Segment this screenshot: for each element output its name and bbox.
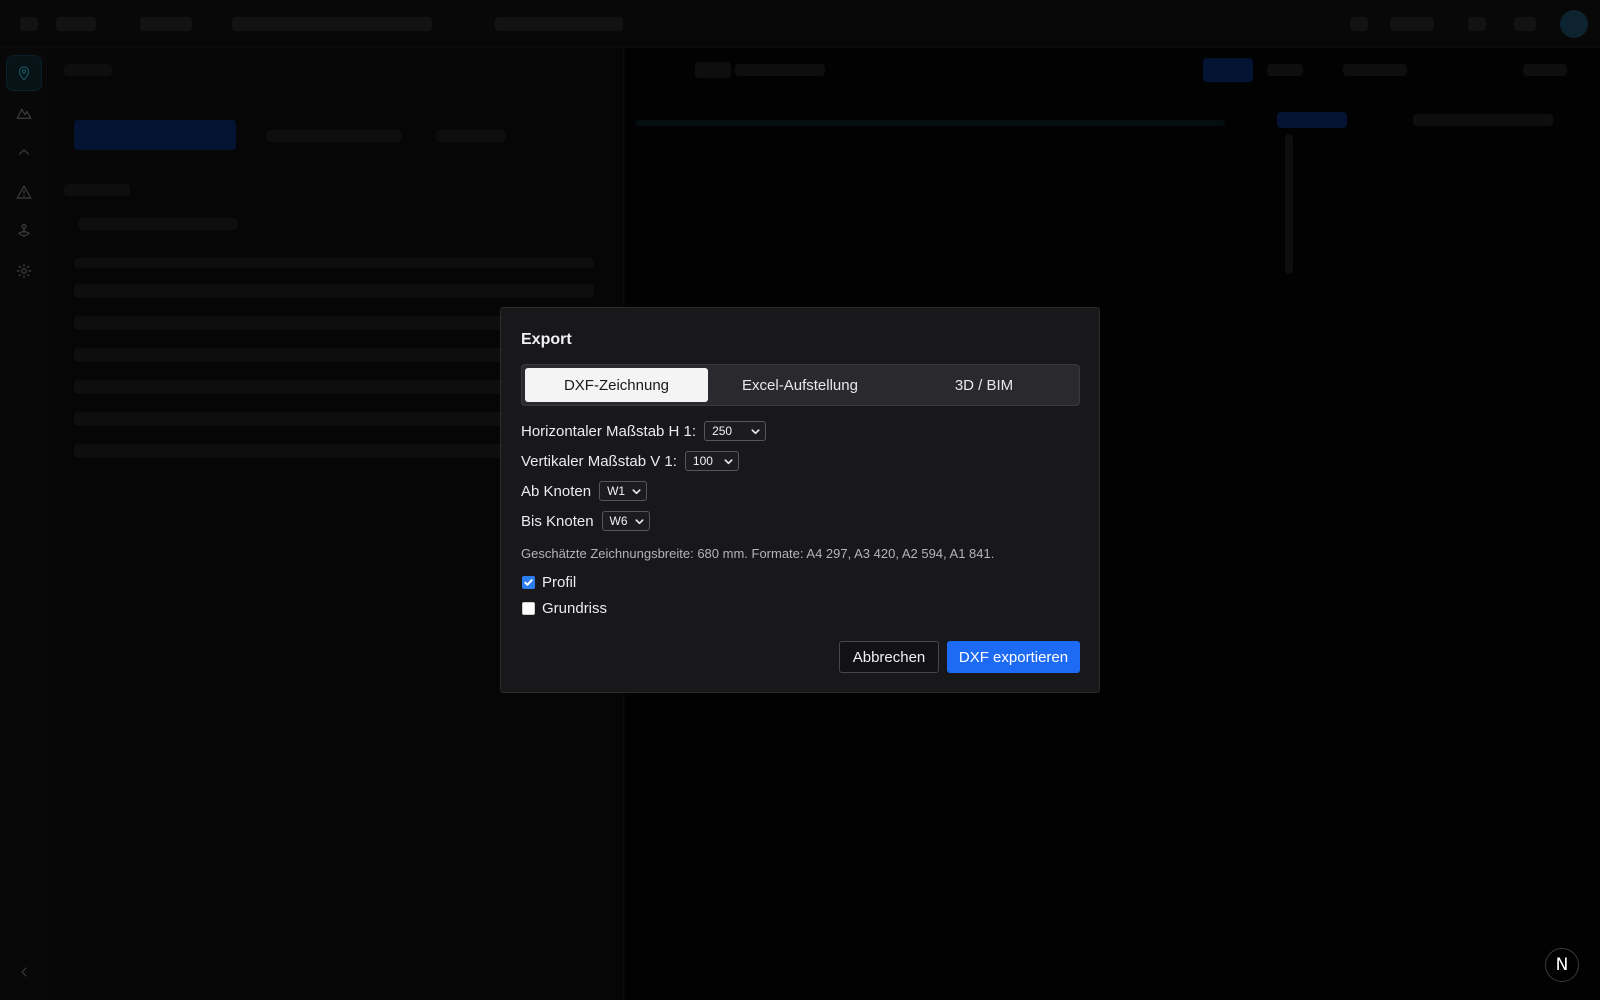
h-scale-label: Horizontaler Maßstab H 1: [521, 422, 697, 440]
grundriss-option: Grundriss [522, 600, 607, 617]
checkmark-icon [524, 579, 533, 586]
from-node-select[interactable]: W1 [599, 481, 648, 501]
v-scale-select[interactable]: 100 [684, 451, 739, 471]
profil-label[interactable]: Profil [542, 574, 576, 591]
tab-excel[interactable]: Excel-Aufstellung [708, 368, 892, 402]
to-node-label: Bis Knoten [521, 512, 594, 530]
dev-tools-badge[interactable]: N [1545, 948, 1579, 982]
from-node-label: Ab Knoten [521, 482, 592, 500]
h-scale-value: 250 [712, 424, 733, 438]
v-scale-label: Vertikaler Maßstab V 1: [521, 452, 677, 470]
chevron-down-icon [631, 486, 642, 497]
export-tabs: DXF-Zeichnung Excel-Aufstellung 3D / BIM [521, 364, 1080, 406]
h-scale-row: Horizontaler Maßstab H 1: 250 [521, 421, 767, 441]
dialog-title: Export [521, 331, 572, 348]
from-node-row: Ab Knoten W1 [521, 481, 648, 501]
v-scale-value: 100 [692, 454, 713, 468]
v-scale-row: Vertikaler Maßstab V 1: 100 [521, 451, 739, 471]
profil-checkbox[interactable] [522, 576, 535, 589]
to-node-select[interactable]: W6 [601, 511, 650, 531]
tab-bim[interactable]: 3D / BIM [892, 368, 1076, 402]
from-node-value: W1 [607, 484, 626, 498]
export-dxf-button[interactable]: DXF exportieren [947, 641, 1080, 673]
export-dialog: Export DXF-Zeichnung Excel-Aufstellung 3… [500, 307, 1100, 693]
chevron-down-icon [750, 426, 761, 437]
to-node-row: Bis Knoten W6 [521, 511, 650, 531]
to-node-value: W6 [609, 514, 628, 528]
drawing-width-info: Geschätzte Zeichnungsbreite: 680 mm. For… [521, 546, 995, 561]
h-scale-select[interactable]: 250 [704, 421, 767, 441]
tab-dxf[interactable]: DXF-Zeichnung [525, 368, 708, 402]
cancel-button[interactable]: Abbrechen [839, 641, 939, 673]
chevron-down-icon [723, 456, 734, 467]
profil-option: Profil [522, 574, 576, 591]
grundriss-checkbox[interactable] [522, 602, 535, 615]
grundriss-label[interactable]: Grundriss [542, 600, 607, 617]
chevron-down-icon [634, 516, 645, 527]
